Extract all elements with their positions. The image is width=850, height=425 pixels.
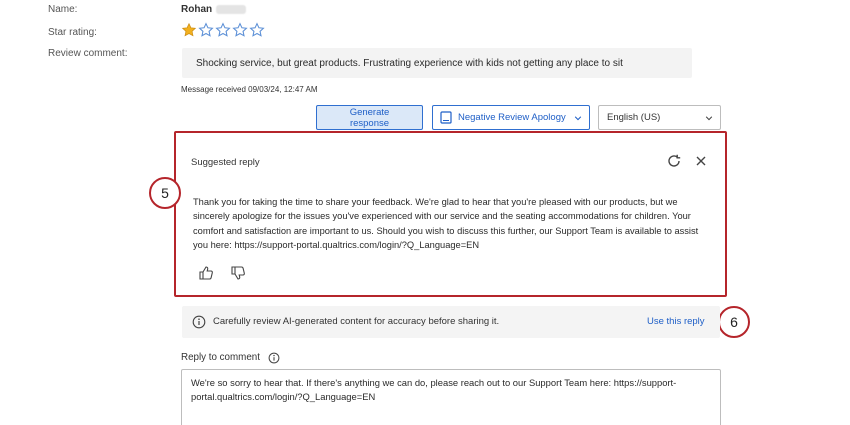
chevron-down-icon — [574, 116, 582, 121]
chevron-down-icon — [705, 116, 713, 121]
book-icon — [440, 111, 452, 124]
language-dropdown[interactable]: English (US) — [598, 105, 721, 130]
generate-response-label: Generate response — [349, 107, 390, 129]
name-value: Rohan — [181, 4, 247, 15]
ai-content-notice: Carefully review AI-generated content fo… — [182, 306, 720, 338]
star-rating — [181, 22, 265, 38]
info-icon — [192, 315, 206, 329]
reply-textarea[interactable]: We're so sorry to hear that. If there's … — [181, 369, 721, 425]
refresh-icon[interactable] — [666, 153, 682, 169]
suggested-reply-title: Suggested reply — [191, 157, 260, 168]
callout-marker-5: 5 — [149, 177, 181, 209]
info-icon[interactable] — [268, 352, 280, 364]
review-comment-text: Shocking service, but great products. Fr… — [196, 58, 623, 69]
name-label: Name: — [48, 4, 78, 15]
star-empty-icon — [215, 22, 231, 37]
message-received-timestamp: Message received 09/03/24, 12:47 AM — [181, 85, 318, 94]
suggested-reply-panel: Suggested reply Thank you for taking the… — [174, 131, 727, 297]
template-dropdown-label: Negative Review Apology — [458, 112, 566, 123]
thumbs-up-icon[interactable] — [198, 265, 214, 281]
star-empty-icon — [249, 22, 265, 37]
thumbs-down-icon[interactable] — [230, 265, 246, 281]
suggested-reply-text: Thank you for taking the time to share y… — [193, 197, 699, 250]
review-comment-box: Shocking service, but great products. Fr… — [182, 48, 692, 78]
star-rating-label: Star rating: — [48, 27, 97, 38]
star-filled-icon — [181, 22, 197, 37]
generate-response-button[interactable]: Generate response — [316, 105, 423, 130]
language-dropdown-label: English (US) — [607, 112, 661, 123]
ai-notice-text: Carefully review AI-generated content fo… — [213, 316, 500, 327]
star-empty-icon — [232, 22, 248, 37]
star-empty-icon — [198, 22, 214, 37]
template-dropdown[interactable]: Negative Review Apology — [432, 105, 590, 130]
blurred-surname — [216, 4, 247, 14]
reply-to-comment-label: Reply to comment — [181, 352, 260, 363]
callout-marker-6: 6 — [718, 306, 750, 338]
review-comment-label: Review comment: — [48, 48, 128, 59]
close-icon[interactable] — [694, 154, 708, 168]
use-this-reply-link[interactable]: Use this reply — [647, 316, 705, 327]
